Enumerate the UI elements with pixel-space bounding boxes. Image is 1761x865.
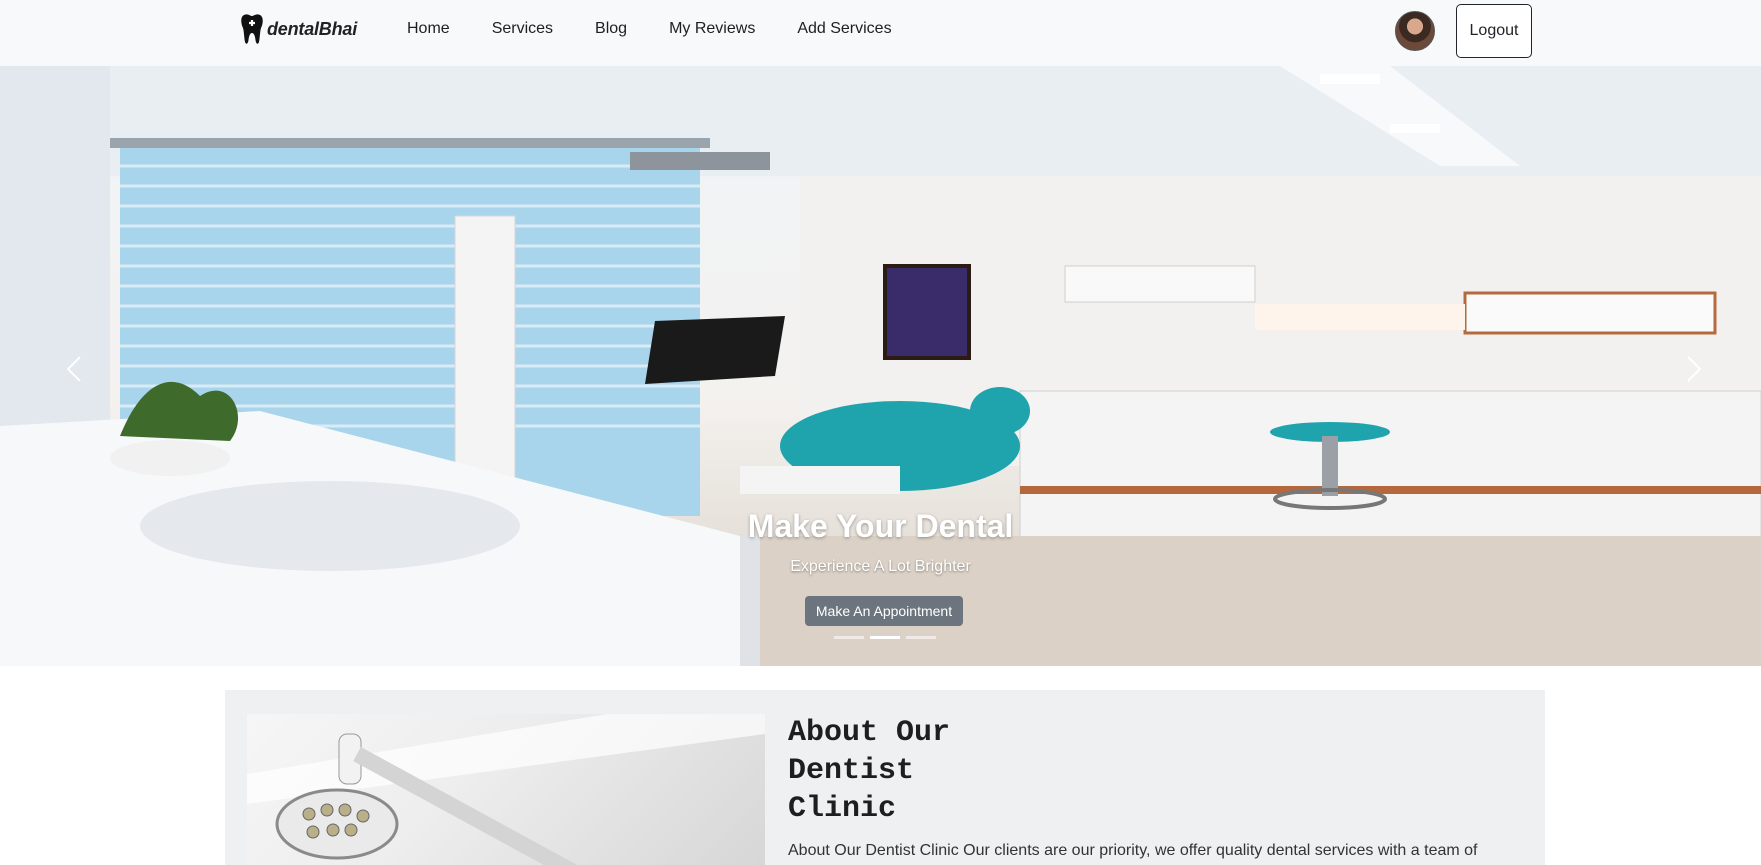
- nav-my-reviews-link[interactable]: My Reviews: [669, 20, 755, 38]
- dental-lamp-icon: [247, 714, 765, 865]
- about-section: About Our Dentist Clinic About Our Denti…: [225, 690, 1545, 865]
- tooth-icon: [241, 14, 263, 44]
- about-title-line-3: Clinic: [788, 792, 897, 826]
- nav-services-link[interactable]: Services: [492, 20, 553, 38]
- carousel-indicator-2[interactable]: [870, 636, 900, 639]
- about-title-line-2: Dentist: [788, 754, 915, 788]
- make-appointment-button[interactable]: Make An Appointment: [805, 596, 963, 626]
- brand-name: dentalBhai: [267, 18, 358, 39]
- brand-logo[interactable]: dentalBhai: [240, 13, 357, 45]
- hero-title: Make Your Dental: [747, 508, 1014, 544]
- hero-carousel: Make Your Dental Experience A Lot Bright…: [0, 66, 1761, 666]
- hero-subtitle: Experience A Lot Brighter: [790, 558, 971, 575]
- nav-links: Home Services Blog My Reviews Add Servic…: [407, 20, 934, 38]
- navbar: dentalBhai Home Services Blog My Reviews…: [0, 0, 1761, 66]
- logout-button[interactable]: Logout: [1456, 4, 1532, 58]
- about-title: About Our Dentist Clinic: [788, 714, 988, 828]
- carousel-indicator-1[interactable]: [834, 636, 864, 639]
- about-description: About Our Dentist Clinic Our clients are…: [788, 842, 1478, 859]
- nav-add-services-link[interactable]: Add Services: [797, 20, 891, 38]
- about-clinic-image: [247, 714, 765, 865]
- chevron-right-icon[interactable]: [1672, 349, 1712, 389]
- nav-home-link[interactable]: Home: [407, 20, 450, 38]
- user-avatar[interactable]: [1395, 11, 1435, 51]
- hero-clinic-image: [0, 66, 1761, 666]
- about-title-line-1: About Our: [788, 716, 951, 750]
- carousel-indicators: [834, 636, 936, 639]
- chevron-left-icon[interactable]: [56, 349, 96, 389]
- nav-blog-link[interactable]: Blog: [595, 20, 627, 38]
- carousel-indicator-3[interactable]: [906, 636, 936, 639]
